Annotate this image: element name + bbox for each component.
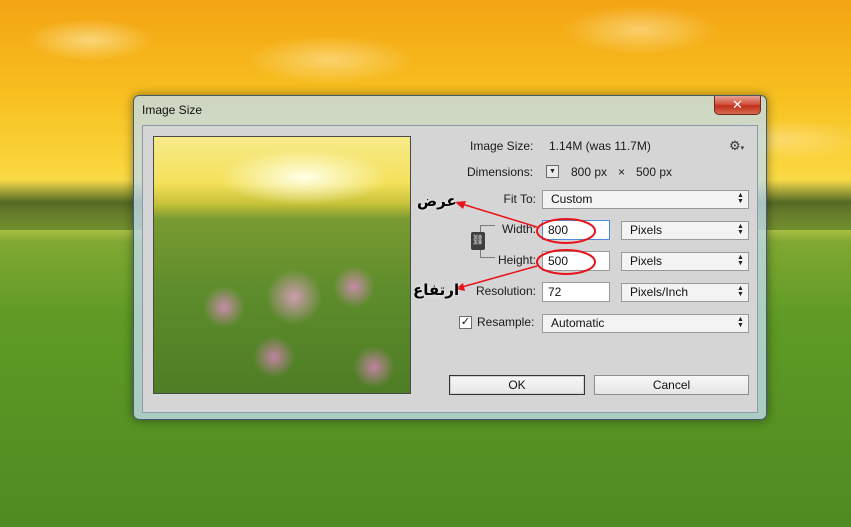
ok-button[interactable]: OK [449, 375, 585, 395]
select-arrows-icon: ▲ ▼ [737, 192, 744, 205]
select-arrows-icon: ▲ ▼ [737, 223, 744, 236]
resample-value: Automatic [551, 316, 605, 330]
image-size-dialog: Image Size ✕ Image Size: 1.14M (was 11.7… [133, 95, 767, 420]
dimensions-width: 800 px [571, 165, 608, 179]
close-button[interactable]: ✕ [714, 96, 761, 115]
resolution-unit-select[interactable]: Pixels/Inch ▲ ▼ [621, 283, 749, 302]
resample-select[interactable]: Automatic ▲ ▼ [542, 314, 749, 333]
height-annotation-label: ارتفاع [413, 281, 460, 299]
height-unit-value: Pixels [630, 254, 663, 268]
image-preview[interactable] [153, 136, 411, 394]
resolution-label: Resolution: [475, 284, 536, 298]
dimensions-height: 500 px [636, 165, 673, 179]
width-label: Width: [501, 222, 536, 236]
gear-icon[interactable]: ⚙▾ [729, 138, 744, 154]
dialog-content: Image Size: 1.14M (was 11.7M) ⚙▾ Dimensi… [142, 125, 758, 413]
chain-link-icon[interactable]: ⛓ [471, 232, 485, 250]
fit-to-label: Fit To: [503, 192, 536, 206]
width-input[interactable]: 800 [542, 220, 610, 240]
width-annotation-label: عرض [417, 192, 457, 210]
fit-to-select[interactable]: Custom ▲ ▼ [542, 190, 749, 209]
dimensions-label: Dimensions: [467, 165, 534, 179]
height-input[interactable]: 500 [542, 251, 610, 271]
fit-to-value: Custom [551, 192, 593, 206]
select-arrows-icon: ▲ ▼ [737, 285, 744, 298]
select-arrows-icon: ▲ ▼ [737, 254, 744, 267]
height-unit-select[interactable]: Pixels ▲ ▼ [621, 252, 749, 271]
dialog-title: Image Size [142, 103, 203, 117]
height-label: Height: [497, 253, 536, 267]
cancel-button[interactable]: Cancel [594, 375, 749, 395]
dimensions-dropdown[interactable]: ▼ [546, 165, 559, 178]
resample-checkbox[interactable]: ✓ [459, 316, 472, 329]
resample-label: Resample: [477, 315, 535, 329]
resolution-unit-value: Pixels/Inch [630, 285, 689, 299]
select-arrows-icon: ▲ ▼ [737, 316, 744, 329]
width-unit-value: Pixels [630, 223, 663, 237]
resolution-input[interactable]: 72 [542, 282, 610, 302]
image-size-label: Image Size: [470, 139, 534, 153]
width-unit-select[interactable]: Pixels ▲ ▼ [621, 221, 749, 240]
dimensions-times: × [618, 165, 626, 179]
image-size-value: 1.14M (was 11.7M) [549, 139, 651, 153]
